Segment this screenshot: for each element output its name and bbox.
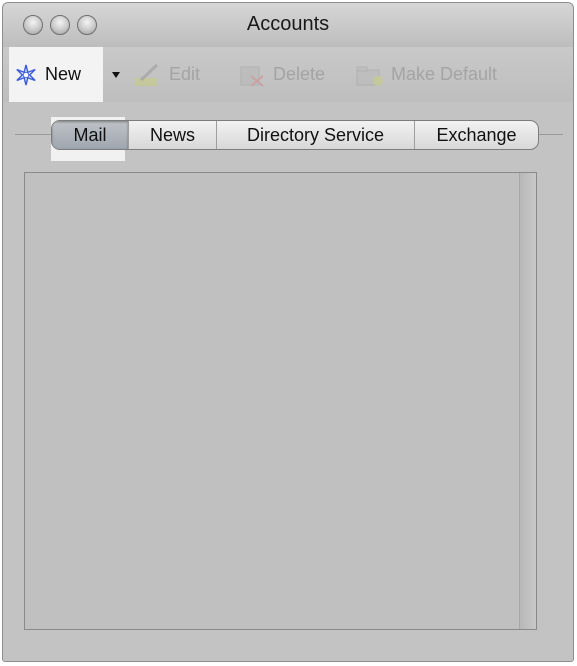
accounts-window: Accounts New Edit Delete Make Default Ma… bbox=[2, 2, 574, 662]
vertical-scrollbar[interactable] bbox=[519, 173, 536, 629]
tab-exchange[interactable]: Exchange bbox=[414, 121, 538, 149]
tab-directory-service[interactable]: Directory Service bbox=[216, 121, 414, 149]
accounts-list[interactable] bbox=[24, 172, 537, 630]
window-title: Accounts bbox=[246, 13, 330, 35]
make-default-button[interactable]: Make Default bbox=[355, 47, 497, 102]
pencil-icon bbox=[135, 63, 159, 86]
delete-button[interactable]: Delete bbox=[237, 47, 325, 102]
delete-button-label: Delete bbox=[273, 64, 326, 84]
tab-news[interactable]: News bbox=[128, 121, 216, 149]
title-bar: Accounts bbox=[3, 3, 573, 48]
new-button-label: New bbox=[45, 64, 82, 84]
dropdown-triangle-icon bbox=[112, 71, 120, 78]
tab-mail[interactable]: Mail bbox=[52, 121, 128, 149]
new-button[interactable]: New bbox=[9, 47, 103, 102]
make-default-button-label: Make Default bbox=[391, 64, 498, 84]
new-account-star-icon bbox=[16, 64, 36, 85]
new-dropdown-button[interactable] bbox=[111, 47, 121, 102]
delete-icon bbox=[240, 66, 264, 87]
account-type-tabs: Mail News Directory Service Exchange bbox=[51, 120, 539, 150]
folder-icon bbox=[356, 66, 383, 86]
toolbar: New Edit Delete Make Default bbox=[3, 47, 573, 102]
edit-button[interactable]: Edit bbox=[133, 47, 200, 102]
edit-button-label: Edit bbox=[169, 64, 201, 84]
